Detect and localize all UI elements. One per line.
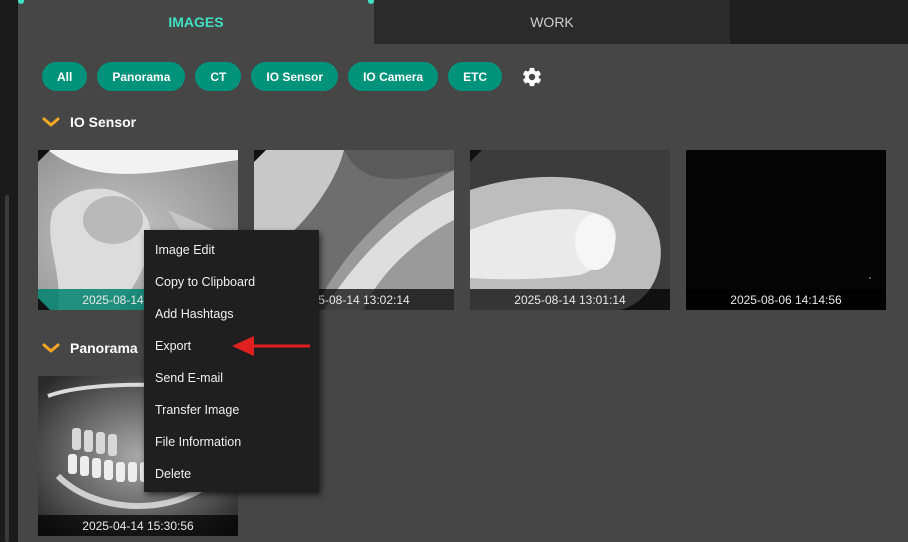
tab-bar: IMAGES WORK	[18, 0, 908, 44]
thumbnail-corner-marker	[470, 150, 482, 162]
section-title-panorama: Panorama	[70, 340, 138, 356]
thumbnail-corner-marker	[38, 150, 50, 162]
filter-ct-button[interactable]: CT	[195, 62, 242, 91]
section-title-io-sensor: IO Sensor	[70, 114, 137, 130]
filter-panorama-button[interactable]: Panorama	[97, 62, 186, 91]
image-thumbnail[interactable]: 2025-08-14 13:01:14	[470, 150, 670, 310]
menu-item-send-email[interactable]: Send E-mail	[144, 362, 319, 394]
xray-image	[686, 150, 886, 310]
filter-io-camera-button[interactable]: IO Camera	[348, 62, 439, 91]
image-timestamp: 2025-08-06 14:14:56	[686, 289, 886, 310]
chevron-down-icon	[42, 343, 60, 353]
menu-item-add-hashtags[interactable]: Add Hashtags	[144, 298, 319, 330]
section-header-panorama[interactable]: Panorama	[42, 340, 138, 356]
annotation-arrow-icon	[232, 336, 310, 356]
image-timestamp: 2025-08-14 13:01:14	[470, 289, 670, 310]
menu-item-image-edit[interactable]: Image Edit	[144, 234, 319, 266]
thumbnail-corner-marker	[38, 298, 50, 310]
tab-images[interactable]: IMAGES	[18, 0, 374, 44]
left-scrollbar[interactable]	[5, 195, 9, 542]
filter-all-button[interactable]: All	[42, 62, 88, 91]
filter-io-sensor-button[interactable]: IO Sensor	[251, 62, 339, 91]
section-header-io-sensor[interactable]: IO Sensor	[42, 114, 136, 130]
gear-icon[interactable]	[518, 62, 546, 91]
menu-item-copy-to-clipboard[interactable]: Copy to Clipboard	[144, 266, 319, 298]
image-timestamp: 2025-04-14 15:30:56	[38, 515, 238, 536]
menu-item-file-information[interactable]: File Information	[144, 426, 319, 458]
thumbnail-corner-marker	[254, 150, 266, 162]
filter-etc-button[interactable]: ETC	[448, 62, 503, 91]
tab-bar-empty-area	[730, 0, 908, 44]
left-edge-strip	[0, 0, 18, 542]
menu-item-transfer-image[interactable]: Transfer Image	[144, 394, 319, 426]
chevron-down-icon	[42, 117, 60, 127]
image-context-menu: Image Edit Copy to Clipboard Add Hashtag…	[144, 230, 319, 492]
image-thumbnail[interactable]: 2025-08-06 14:14:56	[686, 150, 886, 310]
tab-work[interactable]: WORK	[374, 0, 730, 44]
menu-item-delete[interactable]: Delete	[144, 458, 319, 490]
xray-image	[470, 150, 670, 310]
category-filter-bar: All Panorama CT IO Sensor IO Camera ETC	[42, 62, 546, 91]
